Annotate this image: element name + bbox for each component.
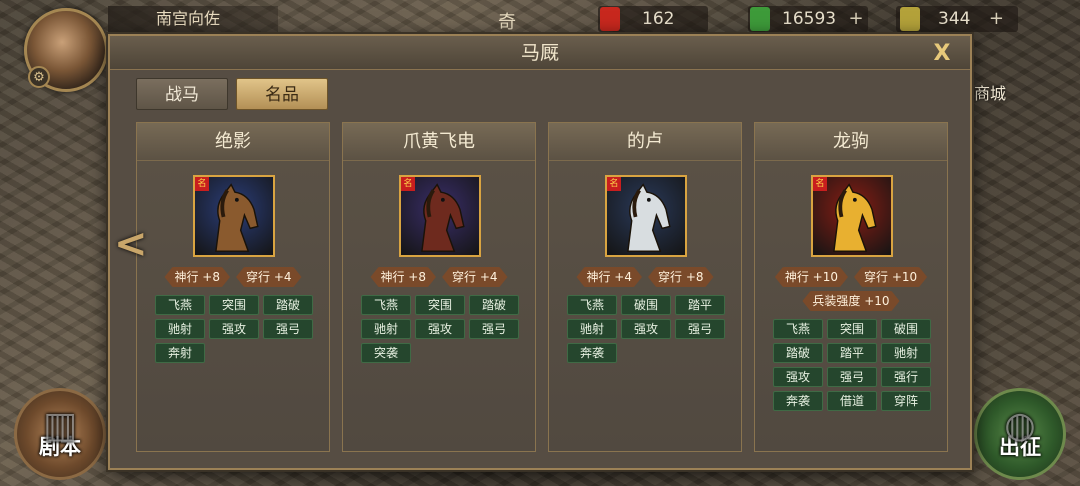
skill-tag[interactable]: 强攻 (209, 319, 259, 339)
tab-bar: 战马 名品 (136, 78, 328, 110)
skill-tag[interactable]: 强行 (881, 367, 931, 387)
skill-grid: 飞燕 突围 踏破驰射 强攻 强弓奔射 (155, 295, 313, 363)
skill-tag[interactable]: 飞燕 (773, 319, 823, 339)
skill-tag[interactable]: 强弓 (469, 319, 519, 339)
stat-badge: 兵装强度 +10 (802, 291, 899, 311)
skill-tag[interactable]: 驰射 (881, 343, 931, 363)
skill-tag[interactable]: 强弓 (827, 367, 877, 387)
gear-icon[interactable]: ⚙ (28, 66, 50, 88)
skill-tag[interactable]: 驰射 (155, 319, 205, 339)
dialog-title: 马厩 (520, 42, 559, 64)
prev-page-arrow[interactable]: < (114, 222, 154, 266)
shop-button[interactable]: 商城 (974, 80, 1006, 104)
skill-tag[interactable]: 奔袭 (773, 391, 823, 411)
skill-grid: 飞燕 破围 踏平驰射 强攻 强弓奔袭 (567, 295, 725, 363)
stat-badge: 神行 +10 (775, 267, 848, 287)
horse-stats: 神行 +8 穿行 +4 (343, 267, 535, 287)
rank-badge: 名 (195, 177, 209, 191)
horse-name: 龙驹 (755, 123, 947, 161)
rank-badge: 名 (607, 177, 621, 191)
script-button[interactable]: ▥ 剧本 (14, 388, 106, 480)
skill-tag[interactable]: 踏破 (263, 295, 313, 315)
skill-tag[interactable]: 奔袭 (567, 343, 617, 363)
skill-tag[interactable]: 突围 (209, 295, 259, 315)
skill-tag[interactable]: 破围 (621, 295, 671, 315)
stat-badge: 穿行 +10 (854, 267, 927, 287)
resource-value: 344 (938, 9, 971, 29)
tab-warhorse[interactable]: 战马 (136, 78, 228, 110)
red-token-icon (600, 7, 620, 31)
skill-tag[interactable]: 强弓 (675, 319, 725, 339)
horse-stats: 神行 +8 穿行 +4 (137, 267, 329, 287)
stat-badge: 神行 +8 (164, 267, 230, 287)
resource-value: 16593 (782, 9, 837, 29)
skill-tag[interactable]: 穿阵 (881, 391, 931, 411)
rank-badge: 名 (813, 177, 827, 191)
horse-portrait[interactable]: 名 (811, 175, 893, 257)
skill-tag[interactable]: 强攻 (773, 367, 823, 387)
skill-tag[interactable]: 踏平 (827, 343, 877, 363)
resource-value: 162 (642, 9, 675, 29)
tab-famous[interactable]: 名品 (236, 78, 328, 110)
skill-tag[interactable]: 强攻 (621, 319, 671, 339)
player-name: 南宫向佐 (108, 6, 278, 32)
title-char: 奇 (498, 12, 516, 33)
skill-tag[interactable]: 飞燕 (361, 295, 411, 315)
add-gold-button[interactable]: + (986, 9, 1006, 29)
jade-icon (750, 7, 770, 31)
stable-dialog: 马厩 X 战马 名品 绝影名神行 +8 穿行 +4 飞燕 突围 踏破 驰射 强攻 强弓 奔射 爪黄… (108, 34, 972, 470)
skill-tag[interactable]: 踏破 (469, 295, 519, 315)
top-bar: 南宫向佐 奇 162 16593 + 344 + (0, 0, 1080, 34)
horse-stats: 神行 +4 穿行 +8 (549, 267, 741, 287)
horse-portrait[interactable]: 名 (399, 175, 481, 257)
skill-tag[interactable]: 突围 (827, 319, 877, 339)
horse-card[interactable]: 绝影名神行 +8 穿行 +4 飞燕 突围 踏破驰射 强攻 强弓奔射 (136, 122, 330, 452)
skill-tag[interactable]: 突围 (415, 295, 465, 315)
close-button[interactable]: X (930, 42, 954, 66)
horse-stats: 神行 +10 穿行 +10 (755, 267, 947, 287)
horse-portrait[interactable]: 名 (605, 175, 687, 257)
stat-badge: 穿行 +4 (442, 267, 508, 287)
horse-name: 爪黄飞电 (343, 123, 535, 161)
skill-tag[interactable]: 强弓 (263, 319, 313, 339)
skill-grid: 飞燕 突围 破围踏破 踏平 驰射强攻 强弓 强行奔袭 借道 穿阵 (773, 319, 931, 411)
resource-red-token: 162 (598, 6, 708, 32)
horse-card[interactable]: 的卢名神行 +4 穿行 +8 飞燕 破围 踏平驰射 强攻 强弓奔袭 (548, 122, 742, 452)
rank-badge: 名 (401, 177, 415, 191)
horn-icon: ◍ (1004, 405, 1036, 446)
resource-jade: 16593 + (748, 6, 868, 32)
horse-name: 的卢 (549, 123, 741, 161)
skill-tag[interactable]: 突袭 (361, 343, 411, 363)
horse-card[interactable]: 爪黄飞电名神行 +8 穿行 +4 飞燕 突围 踏破驰射 强攻 强弓突袭 (342, 122, 536, 452)
skill-tag[interactable]: 飞燕 (155, 295, 205, 315)
stat-badge: 神行 +8 (370, 267, 436, 287)
gold-ingot-icon (900, 7, 920, 31)
skill-tag[interactable]: 驰射 (361, 319, 411, 339)
stat-badge: 穿行 +8 (648, 267, 714, 287)
horse-card-list: 绝影名神行 +8 穿行 +4 飞燕 突围 踏破 驰射 强攻 强弓 奔射 爪黄飞电名神行 +8 穿行 … (136, 122, 948, 452)
horse-name: 绝影 (137, 123, 329, 161)
skill-tag[interactable]: 踏平 (675, 295, 725, 315)
skill-tag[interactable]: 强攻 (415, 319, 465, 339)
extra-stat: 兵装强度 +10 (755, 291, 947, 311)
horse-card[interactable]: 龙驹名神行 +10 穿行 +10 兵装强度 +10 飞燕 突围 破围踏破 踏平 驰射强攻 强弓强… (754, 122, 948, 452)
stat-badge: 神行 +4 (576, 267, 642, 287)
battle-button[interactable]: ◍ 出征 (974, 388, 1066, 480)
skill-tag[interactable]: 飞燕 (567, 295, 617, 315)
skill-tag[interactable]: 借道 (827, 391, 877, 411)
add-jade-button[interactable]: + (846, 9, 866, 29)
horse-portrait[interactable]: 名 (193, 175, 275, 257)
skill-tag[interactable]: 破围 (881, 319, 931, 339)
scroll-icon: ▥ (42, 405, 77, 446)
skill-tag[interactable]: 奔射 (155, 343, 205, 363)
skill-tag[interactable]: 踏破 (773, 343, 823, 363)
skill-tag[interactable]: 驰射 (567, 319, 617, 339)
stat-badge: 穿行 +4 (236, 267, 302, 287)
resource-gold: 344 + (896, 6, 1018, 32)
dialog-header: 马厩 X (110, 36, 970, 70)
skill-grid: 飞燕 突围 踏破驰射 强攻 强弓突袭 (361, 295, 519, 363)
